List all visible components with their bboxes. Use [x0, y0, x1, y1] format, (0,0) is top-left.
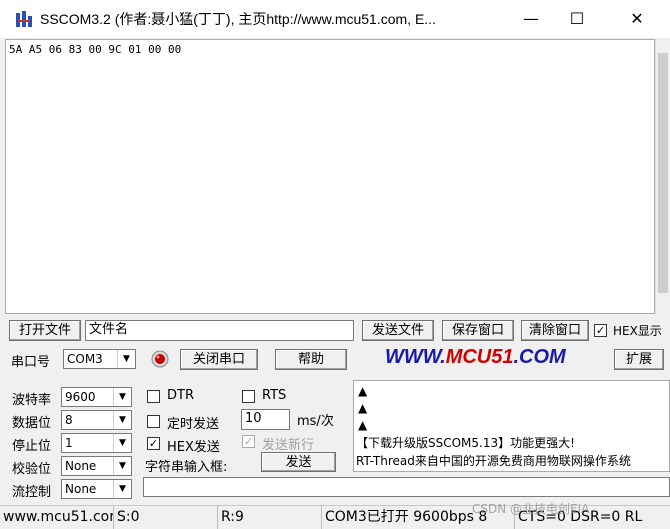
chevron-down-icon: ▼	[113, 480, 131, 498]
send-button[interactable]: 发送	[261, 452, 336, 472]
status-received: R:9	[217, 505, 321, 529]
chevron-down-icon: ▼	[113, 457, 131, 475]
hex-send-label: HEX发送	[167, 440, 220, 455]
chevron-down-icon: ▼	[117, 350, 135, 368]
databits-select[interactable]: 8 ▼	[61, 410, 132, 430]
baud-value: 9600	[65, 390, 96, 404]
send-file-button[interactable]: 发送文件	[362, 320, 434, 341]
receive-scrollbar[interactable]	[655, 39, 670, 314]
rts-checkbox[interactable]	[242, 390, 255, 403]
receive-text: 5A A5 06 83 00 9C 01 00 00	[9, 43, 182, 56]
send-input[interactable]	[143, 477, 670, 497]
hint-upgrade-link[interactable]: 【下载升级版SSCOM5.13】功能更强大!	[356, 434, 575, 451]
hint-panel: ▲ ▲ ▲ 【下载升级版SSCOM5.13】功能更强大! RT-Thread来自…	[353, 380, 670, 472]
help-button[interactable]: 帮助	[275, 349, 347, 370]
scroll-up-icon[interactable]: ▲	[358, 384, 367, 399]
flow-select[interactable]: None ▼	[61, 479, 132, 499]
chevron-down-icon: ▼	[113, 411, 131, 429]
status-sent: S:0	[113, 505, 217, 529]
port-value: COM3	[67, 352, 103, 366]
window-title: SSCOM3.2 (作者:聂小猛(丁丁), 主页http://www.mcu51…	[40, 11, 436, 27]
open-file-button[interactable]: 打开文件	[9, 320, 81, 341]
dtr-checkbox[interactable]	[147, 390, 160, 403]
scroll-up-icon[interactable]: ▲	[358, 401, 367, 416]
parity-label: 校验位	[12, 462, 52, 477]
hex-display-label: HEX显示	[613, 324, 662, 338]
minimize-button[interactable]: —	[508, 0, 554, 38]
timed-send-label: 定时发送	[167, 417, 220, 432]
port-status-led-icon	[151, 350, 169, 368]
interval-unit: ms/次	[297, 414, 334, 429]
maximize-icon: ☐	[569, 9, 585, 28]
status-site: www.mcu51.cor	[3, 509, 113, 525]
app-icon	[16, 11, 32, 27]
chevron-down-icon: ▼	[113, 388, 131, 406]
receive-area[interactable]: 5A A5 06 83 00 9C 01 00 00	[5, 39, 655, 314]
stopbits-label: 停止位	[12, 439, 52, 454]
interval-input[interactable]: 10	[241, 409, 290, 430]
minimize-icon: —	[523, 9, 539, 28]
baud-label: 波特率	[12, 393, 52, 408]
chevron-down-icon: ▼	[113, 434, 131, 452]
baud-select[interactable]: 9600 ▼	[61, 387, 132, 407]
close-icon: ✕	[630, 9, 644, 28]
port-select[interactable]: COM3 ▼	[63, 349, 136, 369]
scrollbar-thumb[interactable]	[658, 53, 668, 293]
maximize-button[interactable]: ☐	[554, 0, 600, 38]
close-port-button[interactable]: 关闭串口	[180, 349, 258, 370]
input-label: 字符串输入框:	[145, 460, 228, 475]
stopbits-value: 1	[65, 436, 73, 450]
databits-label: 数据位	[12, 416, 52, 431]
flow-value: None	[65, 482, 97, 496]
parity-select[interactable]: None ▼	[61, 456, 132, 476]
hex-send-checkbox[interactable]: ✓	[147, 437, 160, 450]
expand-button[interactable]: 扩展	[614, 349, 664, 370]
scroll-up-icon[interactable]: ▲	[358, 418, 367, 433]
dtr-label: DTR	[167, 388, 194, 403]
timed-send-checkbox[interactable]	[147, 415, 160, 428]
send-newline-checkbox[interactable]: ✓	[242, 435, 255, 448]
rts-label: RTS	[262, 388, 287, 403]
clear-window-button[interactable]: 清除窗口	[521, 320, 589, 341]
file-name-input[interactable]: 文件名	[85, 320, 354, 341]
port-label: 串口号	[11, 355, 51, 370]
databits-value: 8	[65, 413, 73, 427]
hex-display-checkbox[interactable]: ✓	[594, 324, 607, 337]
flow-label: 流控制	[12, 485, 52, 500]
close-button[interactable]: ✕	[614, 0, 660, 38]
send-newline-label: 发送新行	[262, 438, 315, 453]
stopbits-select[interactable]: 1 ▼	[61, 433, 132, 453]
brand-link[interactable]: WWW.MCU51.COM	[385, 346, 566, 369]
parity-value: None	[65, 459, 97, 473]
hint-rtthread-link[interactable]: RT-Thread来自中国的开源免费商用物联网操作系统	[356, 452, 631, 469]
save-window-button[interactable]: 保存窗口	[442, 320, 514, 341]
watermark: CSDN @韭技电创EIA	[472, 502, 590, 516]
